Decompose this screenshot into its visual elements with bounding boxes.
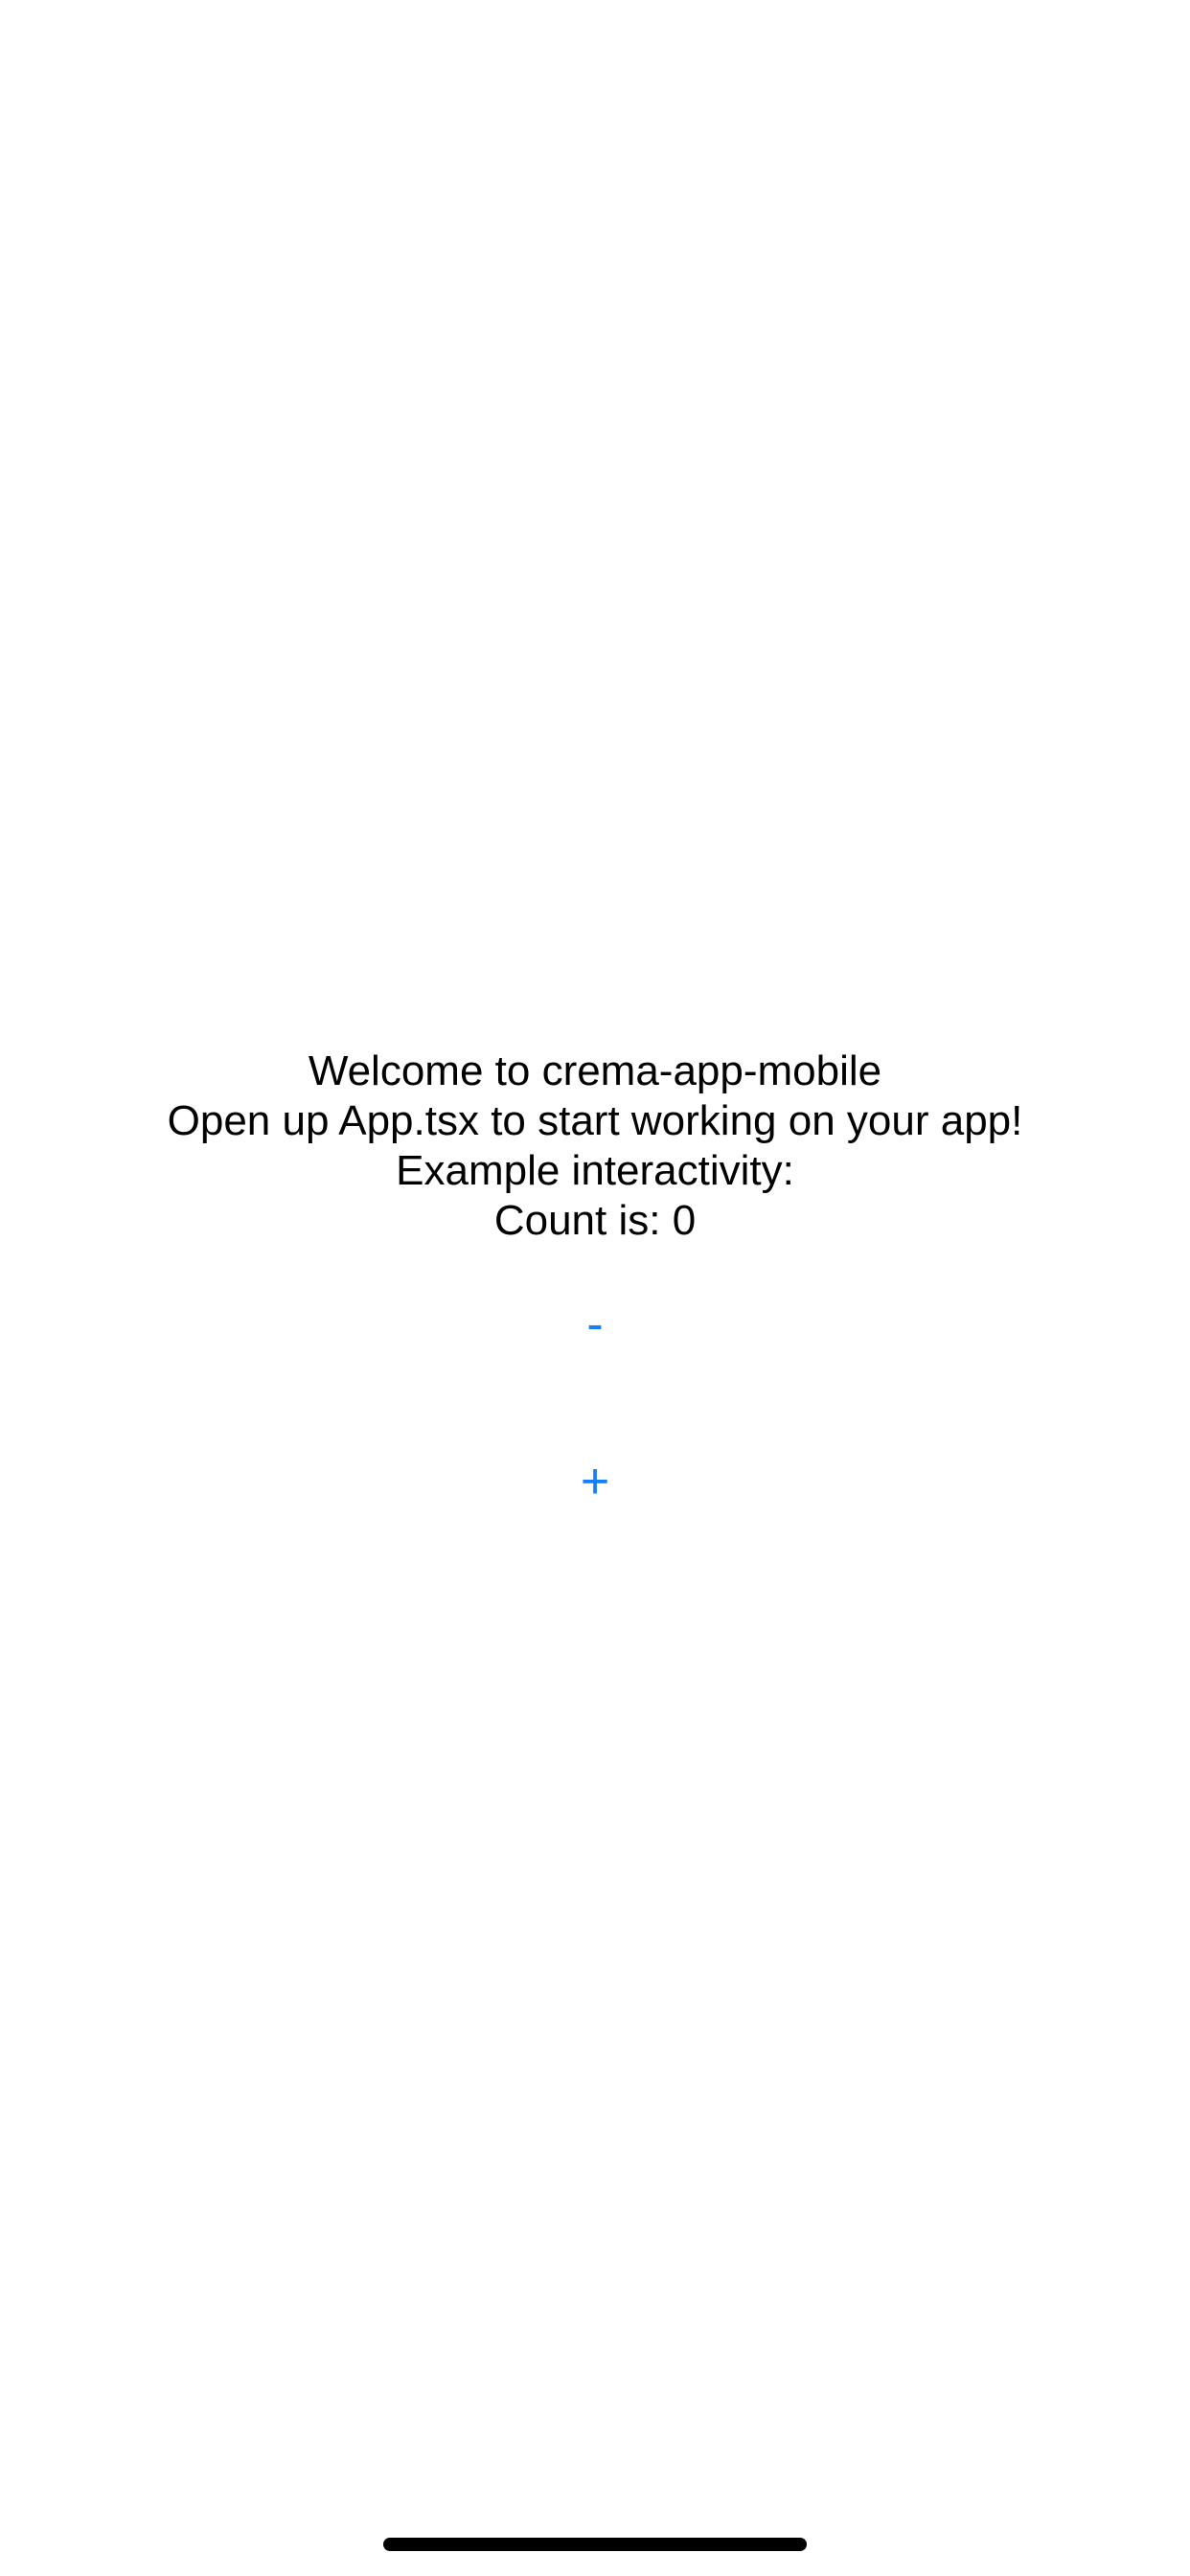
decrement-button[interactable]: - bbox=[499, 1276, 691, 1372]
app-screen: Welcome to crema-app-mobile Open up App.… bbox=[0, 0, 1190, 2576]
decrement-button-label: - bbox=[586, 1297, 604, 1352]
increment-button-label: + bbox=[580, 1454, 610, 1509]
increment-button[interactable]: + bbox=[499, 1434, 691, 1530]
instruction-text: Open up App.tsx to start working on your… bbox=[167, 1097, 1023, 1144]
count-text: Count is: 0 bbox=[493, 1197, 697, 1244]
welcome-text: Welcome to crema-app-mobile bbox=[308, 1047, 882, 1094]
example-label: Example interactivity: bbox=[396, 1147, 794, 1194]
welcome-text-block: Welcome to crema-app-mobile Open up App.… bbox=[0, 1046, 1190, 1246]
home-indicator[interactable] bbox=[383, 2538, 807, 2551]
